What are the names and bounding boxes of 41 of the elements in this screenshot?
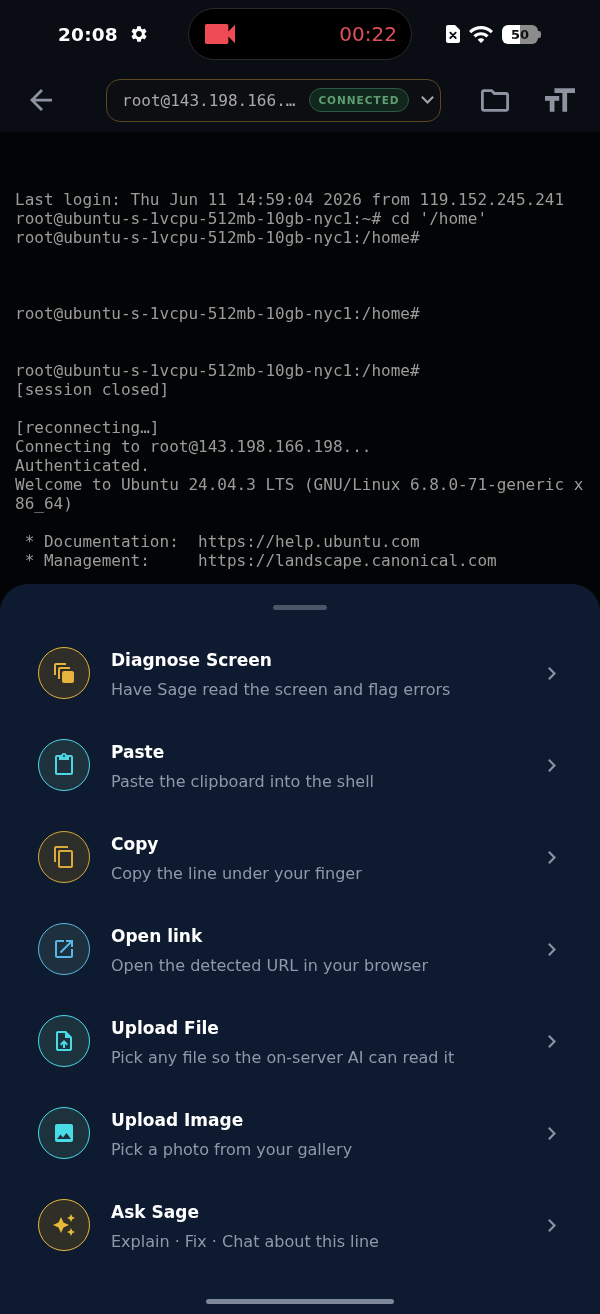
chevron-icon (548, 758, 556, 772)
action-item[interactable]: Paste Paste the clipboard into the shell (0, 719, 600, 811)
sheet-handle[interactable] (273, 605, 327, 610)
terminal-line: root@ubuntu-s-1vcpu-512mb-10gb-nyc1:~# cd '/home' (15, 209, 488, 228)
action-item[interactable]: Upload Image Pick a photo from your gallery (0, 1087, 600, 1179)
terminal-line: [reconnecting…] (15, 418, 161, 437)
video-camera-icon (205, 24, 235, 44)
terminal-line: Last login: Thu Jun 11 14:59:04 2026 from 119.152.245.241 (15, 190, 566, 209)
terminal-line: root@ubuntu-s-1vcpu-512mb-10gb-nyc1:/home# (15, 228, 421, 247)
action-item[interactable]: Open link Open the detected URL in your browser (0, 903, 600, 995)
chevron-icon (548, 1218, 556, 1232)
terminal-line: root@ubuntu-s-1vcpu-512mb-10gb-nyc1:/home# (15, 304, 421, 323)
wifi-icon (469, 25, 493, 43)
terminal-line: [session closed] (15, 380, 171, 399)
action-item[interactable]: Copy Copy the line under your finger (0, 811, 600, 903)
folder-icon[interactable] (481, 88, 509, 112)
terminal-line: root@ubuntu-s-1vcpu-512mb-10gb-nyc1:/home# (15, 361, 421, 380)
status-time: 20:08 (58, 23, 118, 45)
chevron-icon (548, 1034, 556, 1048)
arrow-left-icon[interactable] (30, 89, 52, 111)
action-item[interactable]: Ask Sage Explain · Fix · Chat about this line (0, 1179, 600, 1271)
text-size-icon[interactable] (545, 88, 575, 112)
terminal-line: Connecting to root@143.198.166.198... (15, 437, 373, 456)
status-badge: CONNECTED (309, 88, 409, 112)
action-item[interactable]: Diagnose Screen Have Sage read the screen and flag errors (0, 627, 600, 719)
sim-card-x-icon (446, 25, 460, 43)
recording-timer: 00:22 (339, 22, 397, 46)
chevron-icon (548, 1126, 556, 1140)
terminal-line: 86_64) (15, 494, 74, 513)
terminal-line: * Management: https://landscape.canonical.com (23, 551, 498, 570)
terminal-line: * Documentation: https://help.ubuntu.com (23, 532, 421, 551)
action-item[interactable]: Upload File Pick any file so the on-server AI can read it (0, 995, 600, 1087)
chevron-icon (548, 850, 556, 864)
caret-icon (420, 96, 434, 104)
session-selector[interactable]: root@143.198.166.… CONNECTED (106, 78, 441, 122)
terminal-line: Authenticated. (15, 456, 151, 475)
chevron-icon (548, 666, 556, 680)
chevron-icon (548, 942, 556, 956)
recording-pill[interactable]: 00:22 (188, 8, 412, 60)
terminal-line: Welcome to Ubuntu 24.04.3 LTS (GNU/Linux 6.8.0-71-generic x (15, 475, 585, 494)
settings-icon (130, 26, 147, 42)
